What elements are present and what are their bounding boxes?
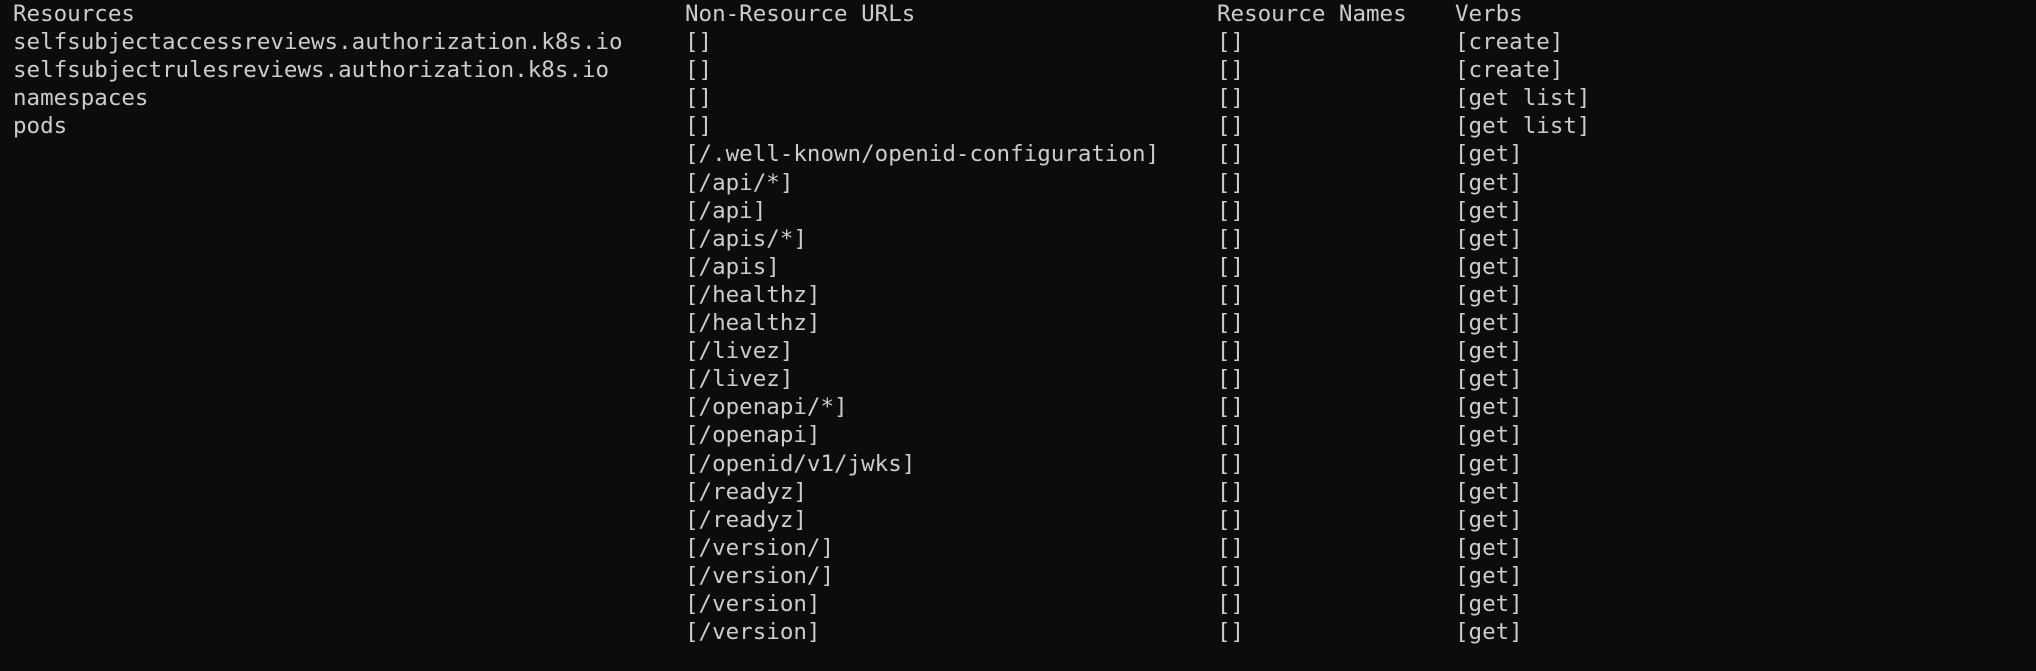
cell-resource-names: [] bbox=[1217, 590, 1245, 617]
header-non-resource-urls: Non-Resource URLs bbox=[685, 1, 916, 27]
cell-verbs: [get list] bbox=[1455, 113, 1591, 140]
cell-verbs: [get] bbox=[1455, 422, 1523, 449]
table-row: [/readyz] [] [get] bbox=[13, 506, 1523, 534]
cell-verbs: [get list] bbox=[1455, 85, 1591, 112]
cell-non-resource-url: [] bbox=[685, 113, 713, 140]
cell-verbs: [get] bbox=[1455, 506, 1523, 533]
table-row: [/healthz] [] [get] bbox=[13, 281, 1523, 309]
cell-non-resource-url: [/api/*] bbox=[685, 169, 794, 196]
cell-resource-names: [] bbox=[1217, 225, 1245, 252]
header-resources: Resources bbox=[13, 1, 135, 27]
cell-non-resource-url: [/version/] bbox=[685, 534, 835, 561]
cell-verbs: [get] bbox=[1455, 478, 1523, 505]
cell-non-resource-url: [/healthz] bbox=[685, 281, 821, 308]
cell-verbs: [get] bbox=[1455, 590, 1523, 617]
cell-resource-names: [] bbox=[1217, 169, 1245, 196]
table-row: [/apis/*] [] [get] bbox=[13, 225, 1523, 253]
cell-non-resource-url: [/apis/*] bbox=[685, 225, 807, 252]
cell-non-resource-url: [/readyz] bbox=[685, 478, 807, 505]
table-row: [/api] [] [get] bbox=[13, 197, 1523, 225]
cell-non-resource-url: [/api] bbox=[685, 197, 767, 224]
table-row: [/apis] [] [get] bbox=[13, 253, 1523, 281]
cell-verbs: [get] bbox=[1455, 225, 1523, 252]
cell-resource-names: [] bbox=[1217, 57, 1245, 84]
cell-verbs: [get] bbox=[1455, 281, 1523, 308]
cell-non-resource-url: [] bbox=[685, 85, 713, 112]
table-row: [/openid/v1/jwks] [] [get] bbox=[13, 450, 1523, 478]
table-row: [/api/*] [] [get] bbox=[13, 169, 1523, 197]
cell-non-resource-url: [/version] bbox=[685, 619, 821, 646]
cell-verbs: [create] bbox=[1455, 29, 1564, 56]
header-verbs: Verbs bbox=[1455, 1, 1523, 27]
cell-verbs: [get] bbox=[1455, 253, 1523, 280]
table-row: [/livez] [] [get] bbox=[13, 337, 1523, 365]
cell-non-resource-url: [/healthz] bbox=[685, 310, 821, 337]
cell-non-resource-url: [/.well-known/openid-configuration] bbox=[685, 141, 1160, 168]
table-row: [/livez] [] [get] bbox=[13, 365, 1523, 393]
cell-verbs: [get] bbox=[1455, 619, 1523, 646]
table-row: namespaces [] [] [get list] bbox=[13, 84, 1590, 112]
cell-resource-names: [] bbox=[1217, 85, 1245, 112]
cell-resource-names: [] bbox=[1217, 197, 1245, 224]
cell-resource-names: [] bbox=[1217, 281, 1245, 308]
cell-resource-names: [] bbox=[1217, 478, 1245, 505]
cell-resource-names: [] bbox=[1217, 29, 1245, 56]
table-row: selfsubjectaccessreviews.authorization.k… bbox=[13, 28, 1563, 56]
cell-resource-names: [] bbox=[1217, 310, 1245, 337]
table-row: [/openapi/*] [] [get] bbox=[13, 393, 1523, 421]
cell-verbs: [get] bbox=[1455, 562, 1523, 589]
table-row: [/healthz] [] [get] bbox=[13, 309, 1523, 337]
table-row: [/readyz] [] [get] bbox=[13, 478, 1523, 506]
table-row: [/version/] [] [get] bbox=[13, 534, 1523, 562]
cell-verbs: [get] bbox=[1455, 450, 1523, 477]
cell-non-resource-url: [] bbox=[685, 29, 713, 56]
cell-non-resource-url: [/openid/v1/jwks] bbox=[685, 450, 916, 477]
cell-resource-names: [] bbox=[1217, 366, 1245, 393]
cell-verbs: [get] bbox=[1455, 338, 1523, 365]
table-row: [/.well-known/openid-configuration] [] [ge… bbox=[13, 140, 1523, 168]
cell-non-resource-url: [/readyz] bbox=[685, 506, 807, 533]
cell-resource-names: [] bbox=[1217, 113, 1245, 140]
table-row: [/version/] [] [get] bbox=[13, 562, 1523, 590]
cell-resource-names: [] bbox=[1217, 450, 1245, 477]
terminal-output: Resources Non-Resource URLs Resource Nam… bbox=[13, 0, 1590, 646]
cell-verbs: [get] bbox=[1455, 141, 1523, 168]
cell-verbs: [get] bbox=[1455, 534, 1523, 561]
cell-resource: pods bbox=[13, 113, 68, 140]
table-row: [/version] [] [get] bbox=[13, 618, 1523, 646]
cell-non-resource-url: [/openapi] bbox=[685, 422, 821, 449]
cell-verbs: [get] bbox=[1455, 394, 1523, 421]
table-row: selfsubjectrulesreviews.authorization.k8… bbox=[13, 56, 1563, 84]
cell-non-resource-url: [] bbox=[685, 57, 713, 84]
cell-non-resource-url: [/apis] bbox=[685, 253, 780, 280]
cell-verbs: [get] bbox=[1455, 197, 1523, 224]
cell-resource-names: [] bbox=[1217, 394, 1245, 421]
table-row: [/version] [] [get] bbox=[13, 590, 1523, 618]
cell-verbs: [get] bbox=[1455, 366, 1523, 393]
cell-resource-names: [] bbox=[1217, 338, 1245, 365]
cell-non-resource-url: [/livez] bbox=[685, 366, 794, 393]
cell-resource: namespaces bbox=[13, 85, 149, 112]
table-row: [/openapi] [] [get] bbox=[13, 421, 1523, 449]
cell-resource: selfsubjectrulesreviews.authorization.k8… bbox=[13, 57, 610, 84]
cell-verbs: [get] bbox=[1455, 169, 1523, 196]
cell-verbs: [create] bbox=[1455, 57, 1564, 84]
cell-resource-names: [] bbox=[1217, 534, 1245, 561]
header-resource-names: Resource Names bbox=[1217, 1, 1407, 27]
cell-resource-names: [] bbox=[1217, 141, 1245, 168]
cell-non-resource-url: [/version/] bbox=[685, 562, 835, 589]
cell-resource-names: [] bbox=[1217, 619, 1245, 646]
cell-resource-names: [] bbox=[1217, 562, 1245, 589]
cell-verbs: [get] bbox=[1455, 310, 1523, 337]
cell-non-resource-url: [/version] bbox=[685, 590, 821, 617]
table-row: pods [] [] [get list] bbox=[13, 112, 1590, 140]
cell-resource-names: [] bbox=[1217, 506, 1245, 533]
cell-resource: selfsubjectaccessreviews.authorization.k… bbox=[13, 29, 623, 56]
cell-resource-names: [] bbox=[1217, 253, 1245, 280]
cell-resource-names: [] bbox=[1217, 422, 1245, 449]
cell-non-resource-url: [/openapi/*] bbox=[685, 394, 848, 421]
table-header: Resources Non-Resource URLs Resource Nam… bbox=[13, 0, 1523, 28]
cell-non-resource-url: [/livez] bbox=[685, 338, 794, 365]
